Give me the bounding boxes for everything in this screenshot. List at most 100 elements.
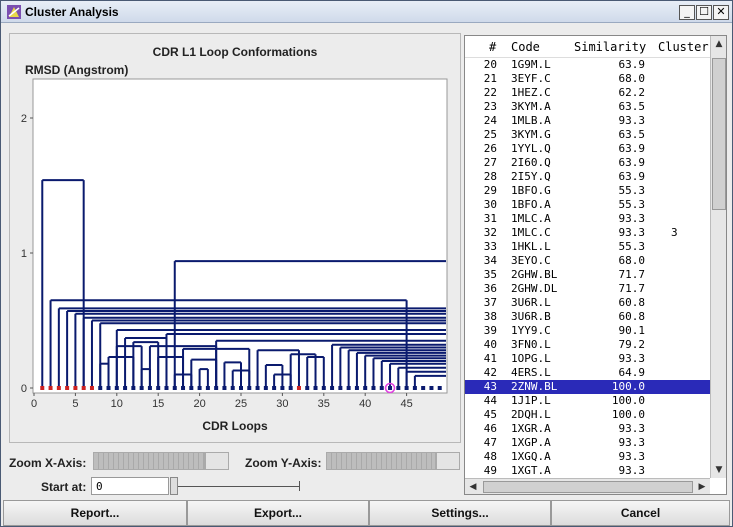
- table-row[interactable]: 28 2I5Y.Q 63.9: [465, 170, 710, 184]
- leaf-node[interactable]: [371, 386, 376, 390]
- zoom-x-reset[interactable]: [205, 452, 229, 470]
- table-row[interactable]: 20 1G9M.L 63.9: [465, 58, 710, 72]
- leaf-node[interactable]: [255, 386, 260, 390]
- report-button[interactable]: Report...: [3, 500, 187, 526]
- leaf-node[interactable]: [73, 386, 78, 390]
- table-row[interactable]: 45 2DQH.L 100.0: [465, 408, 710, 422]
- leaf-node[interactable]: [338, 386, 343, 390]
- table-row[interactable]: 42 4ERS.L 64.9: [465, 366, 710, 380]
- scroll-up-icon[interactable]: ▲: [711, 36, 727, 52]
- table-row[interactable]: 27 2I60.Q 63.9: [465, 156, 710, 170]
- leaf-node[interactable]: [56, 386, 61, 390]
- leaf-node[interactable]: [437, 386, 442, 390]
- leaf-node[interactable]: [106, 386, 111, 390]
- settings-button[interactable]: Settings...: [369, 500, 551, 526]
- leaf-node[interactable]: [114, 386, 119, 390]
- start-at-field[interactable]: 0: [91, 477, 169, 495]
- minimize-button[interactable]: _: [679, 5, 695, 20]
- leaf-node[interactable]: [330, 386, 335, 390]
- leaf-node[interactable]: [396, 386, 401, 390]
- table-row[interactable]: 49 1XGT.A 93.3: [465, 464, 710, 478]
- leaf-node[interactable]: [214, 386, 219, 390]
- start-slider-handle[interactable]: [170, 477, 178, 495]
- zoom-y-slider[interactable]: [326, 452, 436, 470]
- table-row[interactable]: 31 1MLC.A 93.3: [465, 212, 710, 226]
- leaf-node[interactable]: [197, 386, 202, 390]
- leaf-node[interactable]: [288, 386, 293, 390]
- leaf-node[interactable]: [164, 386, 169, 390]
- leaf-node[interactable]: [346, 386, 351, 390]
- zoom-x-slider[interactable]: [93, 452, 205, 470]
- close-button[interactable]: ✕: [713, 5, 729, 20]
- maximize-button[interactable]: ☐: [696, 5, 712, 20]
- table-row[interactable]: 23 3KYM.A 63.5: [465, 100, 710, 114]
- leaf-node[interactable]: [296, 386, 301, 390]
- leaf-node[interactable]: [404, 386, 409, 390]
- horizontal-scrollbar[interactable]: ◀ ▶: [465, 478, 710, 494]
- leaf-node[interactable]: [412, 386, 417, 390]
- header-cluster[interactable]: Cluster: [658, 40, 709, 54]
- leaf-node[interactable]: [305, 386, 310, 390]
- leaf-node[interactable]: [205, 386, 210, 390]
- table-row[interactable]: 43 2ZNW.BL 100.0: [465, 380, 710, 394]
- leaf-node[interactable]: [40, 386, 45, 390]
- table-row[interactable]: 40 3FN0.L 79.2: [465, 338, 710, 352]
- leaf-node[interactable]: [363, 386, 368, 390]
- table-row[interactable]: 26 1YYL.Q 63.9: [465, 142, 710, 156]
- table-row[interactable]: 44 1J1P.L 100.0: [465, 394, 710, 408]
- leaf-node[interactable]: [48, 386, 53, 390]
- table-row[interactable]: 33 1HKL.L 55.3: [465, 240, 710, 254]
- leaf-node[interactable]: [147, 386, 152, 390]
- export-button[interactable]: Export...: [187, 500, 369, 526]
- horizontal-scroll-thumb[interactable]: [483, 481, 693, 493]
- header-similarity[interactable]: Similarity: [574, 40, 646, 54]
- table-row[interactable]: 47 1XGP.A 93.3: [465, 436, 710, 450]
- leaf-node[interactable]: [280, 386, 285, 390]
- leaf-node[interactable]: [354, 386, 359, 390]
- leaf-node[interactable]: [156, 386, 161, 390]
- table-row[interactable]: 37 3U6R.L 60.8: [465, 296, 710, 310]
- table-row[interactable]: 22 1HEZ.C 62.2: [465, 86, 710, 100]
- leaf-node[interactable]: [89, 386, 94, 390]
- vertical-scroll-thumb[interactable]: [712, 58, 726, 210]
- leaf-node[interactable]: [230, 386, 235, 390]
- table-row[interactable]: 29 1BFO.G 55.3: [465, 184, 710, 198]
- leaf-node[interactable]: [379, 386, 384, 390]
- leaf-node[interactable]: [81, 386, 86, 390]
- leaf-node[interactable]: [263, 386, 268, 390]
- table-row[interactable]: 32 1MLC.C 93.3 3: [465, 226, 710, 240]
- vertical-scrollbar[interactable]: ▲ ▼: [710, 36, 726, 478]
- leaf-node[interactable]: [123, 386, 128, 390]
- table-row[interactable]: 46 1XGR.A 93.3: [465, 422, 710, 436]
- table-row[interactable]: 30 1BFO.A 55.3: [465, 198, 710, 212]
- leaf-node[interactable]: [222, 386, 227, 390]
- table-row[interactable]: 24 1MLB.A 93.3: [465, 114, 710, 128]
- start-slider-track[interactable]: [173, 486, 299, 487]
- loops-table[interactable]: # Code Similarity Cluster 20 1G9M.L 63.9 21…: [464, 35, 727, 495]
- leaf-node[interactable]: [429, 386, 434, 390]
- leaf-node[interactable]: [421, 386, 426, 390]
- table-row[interactable]: 36 2GHW.DL 71.7: [465, 282, 710, 296]
- leaf-node[interactable]: [98, 386, 103, 390]
- table-row[interactable]: 21 3EYF.C 68.0: [465, 72, 710, 86]
- leaf-node[interactable]: [131, 386, 136, 390]
- cancel-button[interactable]: Cancel: [551, 500, 730, 526]
- scroll-down-icon[interactable]: ▼: [711, 462, 727, 478]
- table-row[interactable]: 35 2GHW.BL 71.7: [465, 268, 710, 282]
- scroll-right-icon[interactable]: ▶: [694, 479, 710, 495]
- table-row[interactable]: 25 3KYM.G 63.5: [465, 128, 710, 142]
- header-number[interactable]: #: [489, 40, 496, 54]
- leaf-node[interactable]: [313, 386, 318, 390]
- scroll-left-icon[interactable]: ◀: [465, 479, 481, 495]
- table-row[interactable]: 39 1YY9.C 90.1: [465, 324, 710, 338]
- leaf-node[interactable]: [172, 386, 177, 390]
- leaf-node[interactable]: [65, 386, 70, 390]
- table-row[interactable]: 48 1XGQ.A 93.3: [465, 450, 710, 464]
- leaf-node[interactable]: [247, 386, 252, 390]
- leaf-node[interactable]: [189, 386, 194, 390]
- leaf-node[interactable]: [239, 386, 243, 390]
- table-row[interactable]: 41 1OPG.L 93.3: [465, 352, 710, 366]
- header-code[interactable]: Code: [511, 40, 540, 54]
- table-row[interactable]: 38 3U6R.B 60.8: [465, 310, 710, 324]
- zoom-y-reset[interactable]: [436, 452, 460, 470]
